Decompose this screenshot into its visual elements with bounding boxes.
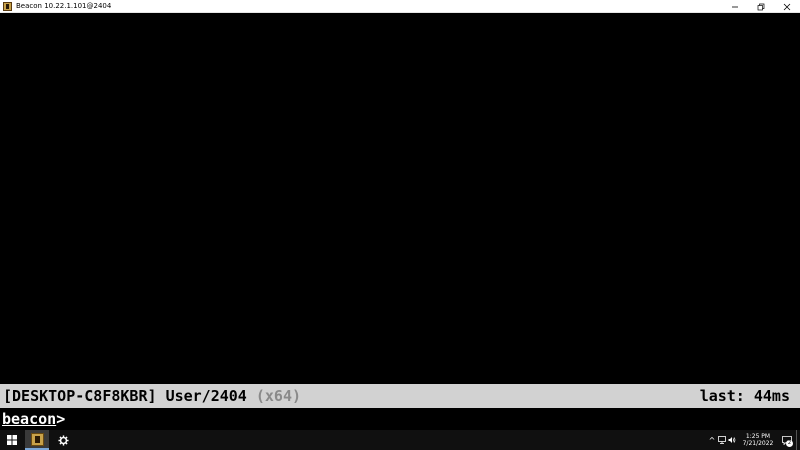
notification-count-badge: 2 xyxy=(786,440,793,447)
settings-icon xyxy=(57,434,69,446)
beacon-status-bar: [DESKTOP-C8F8KBR] User/2404 (x64) last: … xyxy=(0,384,800,408)
restore-icon xyxy=(757,3,765,10)
command-input[interactable] xyxy=(69,410,800,428)
console-output[interactable] xyxy=(0,13,800,384)
system-tray: ^ 1:25 PM 7/21/2022 2 xyxy=(707,430,800,450)
clock-time: 1:25 PM xyxy=(745,433,771,440)
minimize-button[interactable] xyxy=(722,0,748,13)
action-center-button[interactable]: 2 xyxy=(779,430,795,450)
taskbar-beacon-app[interactable] xyxy=(25,430,49,450)
minimize-icon xyxy=(732,6,738,7)
windows-start-icon xyxy=(7,435,17,445)
tray-overflow-chevron[interactable]: ^ xyxy=(707,430,717,450)
beacon-icon xyxy=(3,1,12,11)
network-icon[interactable] xyxy=(717,430,727,450)
close-icon xyxy=(783,3,791,10)
close-button[interactable] xyxy=(774,0,800,13)
status-user: User/2404 xyxy=(165,387,247,405)
speaker-icon xyxy=(728,437,736,443)
window-titlebar[interactable]: Beacon 10.22.1.101@2404 xyxy=(0,0,800,13)
window-title: Beacon 10.22.1.101@2404 xyxy=(16,1,112,10)
status-host: [DESKTOP-C8F8KBR] xyxy=(3,387,157,405)
prompt-caret: > xyxy=(56,410,66,428)
taskbar-settings-app[interactable] xyxy=(51,430,75,450)
windows-taskbar: ^ 1:25 PM 7/21/2022 2 xyxy=(0,430,800,450)
beacon-app-icon xyxy=(30,432,44,446)
show-desktop-button[interactable] xyxy=(796,430,800,450)
taskbar-clock[interactable]: 1:25 PM 7/21/2022 xyxy=(741,430,775,450)
volume-icon[interactable] xyxy=(727,430,737,450)
command-input-line[interactable]: beacon > xyxy=(0,408,800,430)
clock-date: 7/21/2022 xyxy=(742,440,774,447)
status-arch: (x64) xyxy=(255,387,302,405)
network-monitor-icon xyxy=(718,436,726,444)
status-last-checkin: last: 44ms xyxy=(699,387,790,405)
status-left: [DESKTOP-C8F8KBR] User/2404 (x64) xyxy=(3,387,301,405)
window-controls xyxy=(722,0,800,13)
start-button[interactable] xyxy=(0,430,24,450)
command-prompt-label: beacon xyxy=(2,410,57,428)
restore-button[interactable] xyxy=(748,0,774,13)
